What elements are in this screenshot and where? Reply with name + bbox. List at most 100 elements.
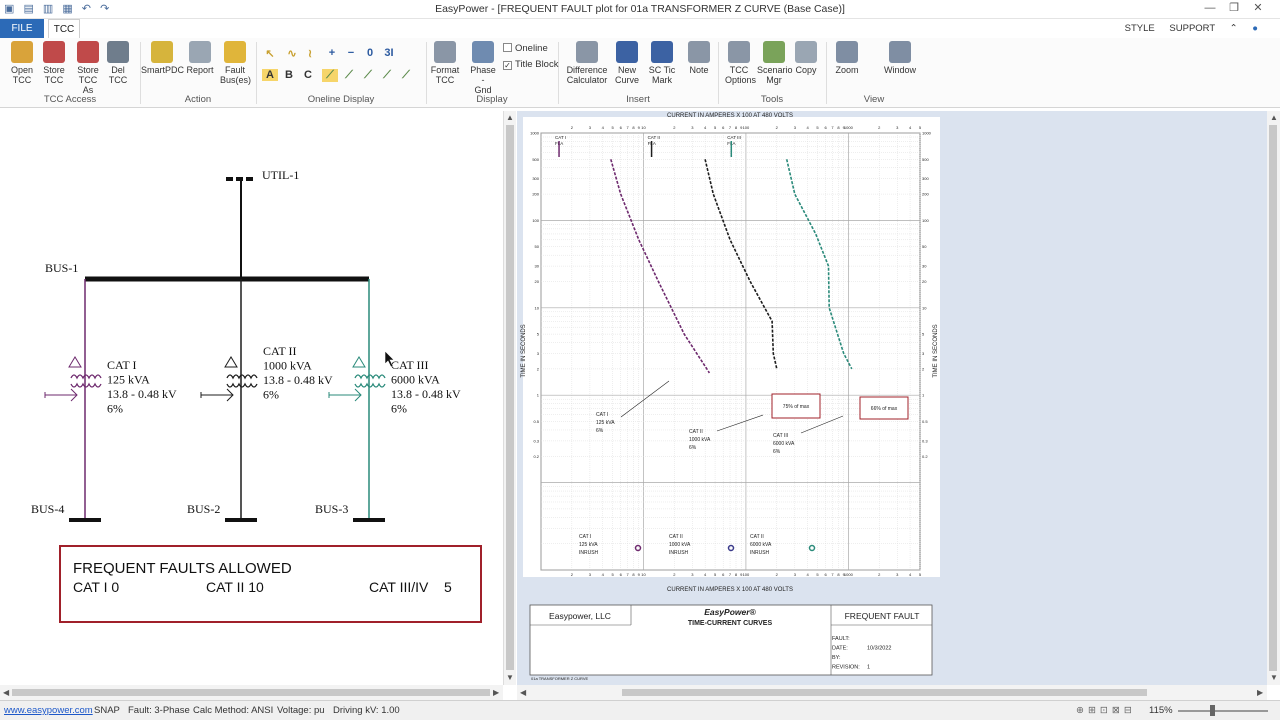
oneline-tool-button[interactable]: 3I	[381, 47, 397, 59]
label-tool-button[interactable]: B	[281, 69, 297, 81]
display-tool-icon[interactable]: ⟋	[360, 69, 376, 82]
support-menu[interactable]: SUPPORT	[1169, 23, 1215, 34]
new-curve-button[interactable]: New Curve	[612, 41, 642, 89]
scroll-up-icon[interactable]: ▲	[506, 113, 514, 122]
report-button[interactable]: Report	[186, 41, 214, 89]
frequent-faults-box[interactable]: FREQUENT FAULTS ALLOWED CAT I 0 CAT II 1…	[59, 545, 482, 623]
style-menu[interactable]: STYLE	[1125, 23, 1155, 34]
fault-bus-es-button[interactable]: Fault Bus(es)	[220, 41, 251, 89]
inrush-label: CAT I	[579, 534, 591, 540]
display-tool-icon[interactable]: ⟋	[322, 69, 338, 82]
fla-label: CAT III	[727, 135, 741, 140]
scenario-mgr-button[interactable]: Scenario Mgr	[757, 41, 793, 89]
button-label: Store	[43, 65, 65, 75]
zoom-button[interactable]: Zoom	[834, 41, 860, 89]
transformer-coil-icon[interactable]	[354, 374, 386, 380]
format-tcc-button[interactable]: Format TCC	[430, 41, 460, 89]
title-block-subtitle: TIME-CURRENT CURVES	[688, 620, 773, 627]
copy-button[interactable]: Copy	[793, 41, 819, 89]
scroll-up-icon[interactable]: ▲	[1270, 113, 1278, 122]
text-tool-button[interactable]: A	[262, 69, 278, 81]
scroll-down-icon[interactable]: ▼	[1270, 673, 1278, 682]
snap-status[interactable]: SNAP	[94, 705, 120, 716]
oneline-tool-button[interactable]: +	[324, 47, 340, 59]
store-tcc-as-button[interactable]: Store TCC As	[73, 41, 103, 95]
view-tool-icons[interactable]: ⊕⊞⊡⊠⊟	[1076, 705, 1136, 716]
scroll-left-icon[interactable]: ◀	[520, 688, 526, 697]
checkbox-title-block[interactable]: ✓ Title Block	[503, 59, 558, 70]
transformer-label: 13.8 - 0.48 kV	[391, 387, 461, 401]
minimize-button[interactable]: —	[1198, 2, 1222, 14]
bottom-axis-label: CURRENT IN AMPERES X 100 AT 480 VOLTS	[667, 587, 793, 593]
transformer-coil-icon[interactable]	[226, 374, 258, 380]
transformer-coil-icon[interactable]	[226, 382, 258, 388]
note-button[interactable]: Note	[686, 41, 712, 89]
display-tool-icon[interactable]: ⟋	[398, 69, 414, 82]
open-tcc-button[interactable]: Open TCC	[9, 41, 35, 89]
website-link[interactable]: www.easypower.com	[4, 705, 93, 716]
help-icon[interactable]: ●	[1252, 23, 1258, 34]
tcc-horizontal-scrollbar[interactable]: ◀ ▶	[517, 685, 1267, 700]
field-value: 10/3/2022	[867, 646, 891, 652]
store-tcc-button[interactable]: Store TCC	[41, 41, 67, 89]
tcc-plot[interactable]: CURRENT IN AMPERES X 100 AT 480 VOLTS CUR…	[517, 111, 1267, 685]
scroll-thumb[interactable]	[12, 689, 490, 696]
oneline-tool-button[interactable]: −	[343, 47, 359, 59]
delta-winding-icon	[68, 356, 82, 368]
wave-tool-icon[interactable]: ≀	[302, 47, 318, 60]
status-bar: www.easypower.com SNAP Fault: 3-Phase Ca…	[0, 700, 1280, 720]
brand-name: EasyPower®	[704, 607, 756, 617]
scroll-right-icon[interactable]: ▶	[493, 688, 499, 697]
scroll-thumb[interactable]	[1269, 125, 1277, 671]
oneline-pane: UTIL-1 BUS-1 BUS-4 CAT I 125 kVA 13.8 - 0.48 …	[0, 111, 516, 685]
arrow-tool-icon[interactable]: ↖	[262, 47, 278, 60]
scroll-thumb[interactable]	[506, 125, 514, 670]
ribbon-tabs: FILE TCC STYLE SUPPORT ⌃ ●	[0, 19, 1280, 38]
collapse-icon[interactable]: ⌃	[1230, 23, 1238, 34]
close-button[interactable]: ✕	[1246, 1, 1270, 14]
window-button[interactable]: Window	[882, 41, 918, 89]
label-tool-button[interactable]: C	[300, 69, 316, 81]
inrush-label: 6000 kVA	[750, 542, 772, 548]
phase-gnd-button[interactable]: Phase - Gnd	[468, 41, 498, 95]
scroll-thumb[interactable]	[622, 689, 1147, 696]
checkbox-oneline[interactable]: Oneline	[503, 43, 548, 54]
checkbox-box[interactable]: ✓	[503, 61, 512, 70]
button-label: Scenario	[757, 65, 793, 75]
scroll-left-icon[interactable]: ◀	[3, 688, 9, 697]
oneline-horizontal-scrollbar[interactable]: ◀ ▶	[0, 685, 503, 700]
button-label: TCC	[729, 65, 749, 75]
display-tool-icon[interactable]: ⟋	[379, 69, 395, 82]
ribbon-group-label: Oneline Display	[307, 94, 375, 105]
transformer-coil-icon[interactable]	[354, 382, 386, 388]
y-tick-label: 1000	[530, 131, 540, 136]
sc-tic-mark-button[interactable]: SC Tic Mark	[647, 41, 677, 89]
oneline-tool-button[interactable]: 0	[362, 47, 378, 59]
transformer-coil-icon[interactable]	[70, 374, 102, 380]
display-tool-icon[interactable]: ⟋	[341, 69, 357, 82]
scroll-down-icon[interactable]: ▼	[506, 673, 514, 682]
inrush-label: CAT II	[669, 534, 683, 540]
inrush-label: 1000 kVA	[669, 542, 691, 548]
curve-label: CAT I	[596, 412, 608, 418]
del-tcc-button[interactable]: Del TCC	[106, 41, 130, 89]
difference-calculator-button[interactable]: Difference Calculator	[564, 41, 610, 89]
tab-tcc[interactable]: TCC	[48, 19, 80, 38]
tcc-vertical-scrollbar[interactable]: ▲ ▼	[1267, 111, 1280, 685]
scroll-right-icon[interactable]: ▶	[1257, 688, 1263, 697]
window-controls[interactable]: — ❐ ✕	[1198, 1, 1270, 14]
y-tick-label-right: 200	[922, 192, 929, 197]
checkbox-box[interactable]	[503, 43, 512, 52]
y-tick-label: 200	[532, 192, 539, 197]
tab-file[interactable]: FILE	[0, 19, 44, 38]
transformer-coil-icon[interactable]	[70, 382, 102, 388]
oneline-vertical-scrollbar[interactable]: ▲ ▼	[503, 111, 516, 685]
restore-button[interactable]: ❐	[1222, 1, 1246, 14]
window-title: EasyPower - [FREQUENT FAULT plot for 01a…	[435, 3, 845, 15]
calculator-icon	[576, 41, 598, 63]
tcc-options-button[interactable]: TCC Options	[725, 41, 756, 89]
zoom-slider[interactable]	[1178, 710, 1268, 712]
smartpdc-button[interactable]: SmartPDC	[141, 41, 184, 89]
zoom-slider-knob[interactable]	[1210, 705, 1215, 716]
curve-tool-icon[interactable]: ∿	[284, 47, 300, 60]
